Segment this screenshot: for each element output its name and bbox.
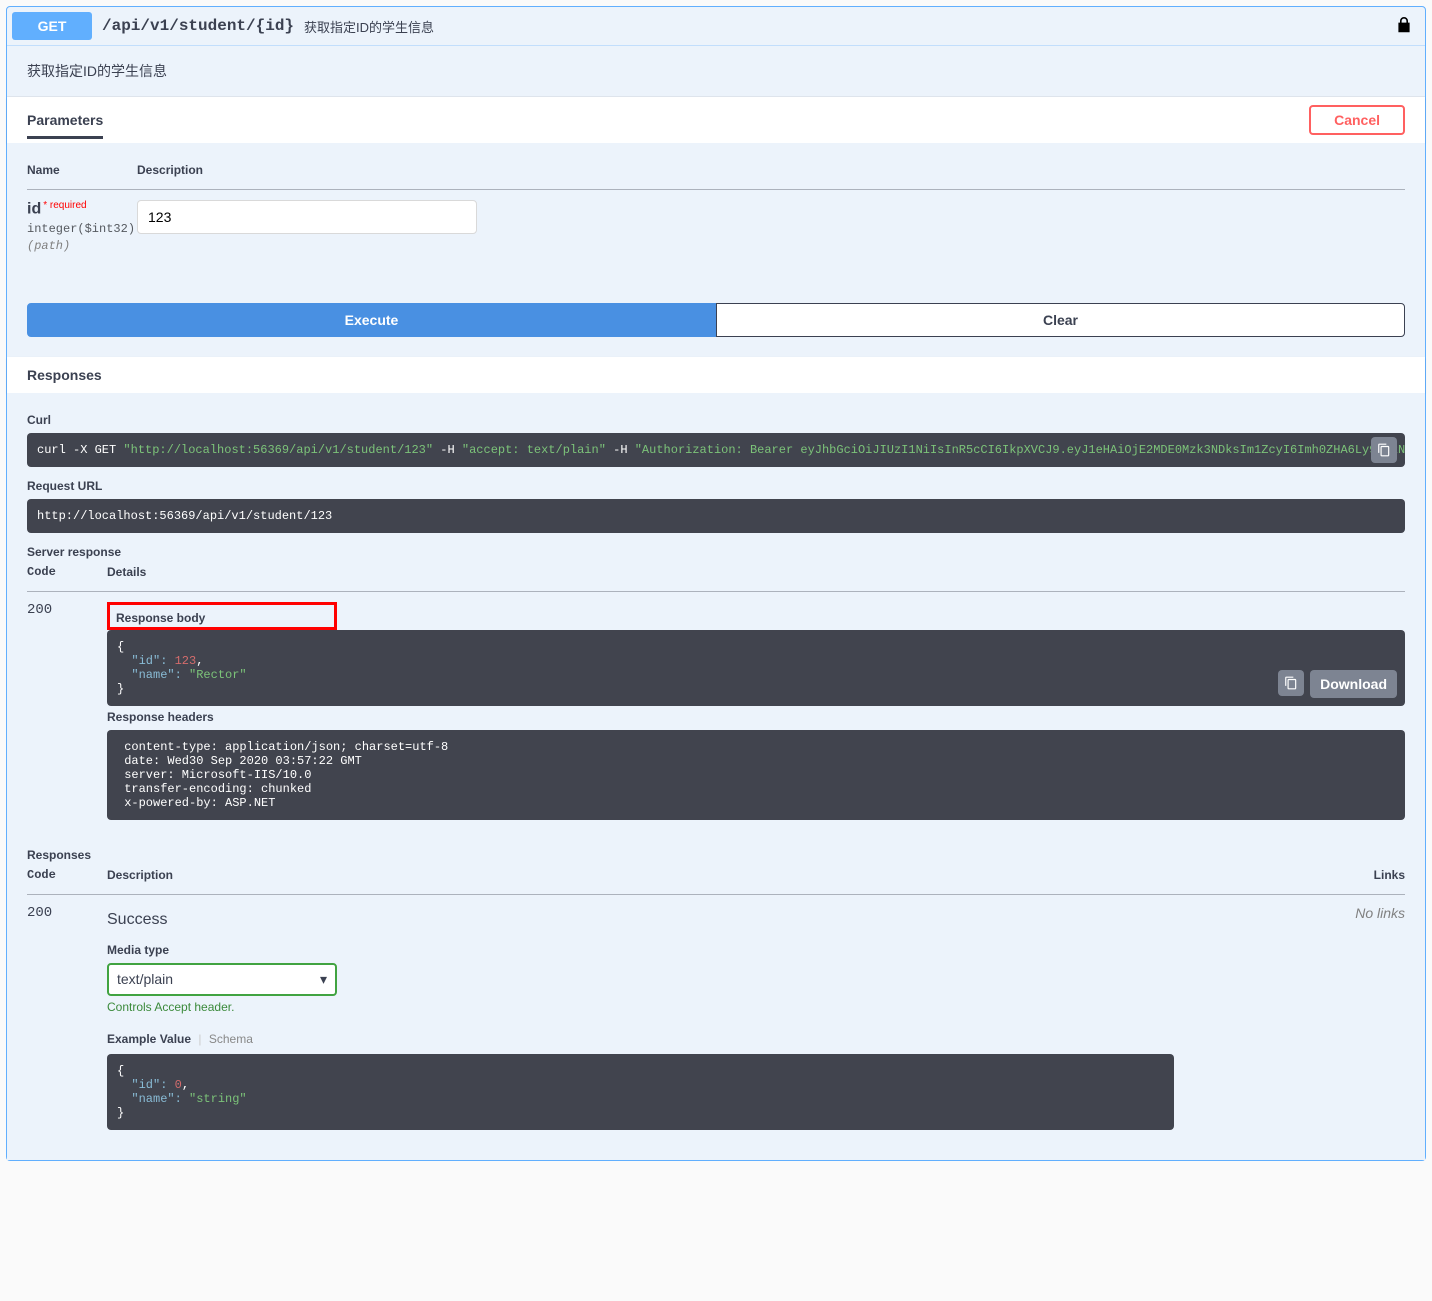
example-tabs: Example Value | Schema — [107, 1032, 1174, 1046]
opblock-get: GET /api/v1/student/{id} 获取指定ID的学生信息 获取指… — [6, 6, 1426, 1161]
param-type: integer($int32) — [27, 222, 135, 236]
param-input-id[interactable] — [137, 200, 477, 234]
responses-spec-table: Code Description Links 200 Success Media… — [27, 868, 1405, 1140]
curl-label: Curl — [27, 413, 1405, 427]
parameters-container: Name Description id* required integer($i… — [7, 143, 1425, 283]
endpoint-summary: 获取指定ID的学生信息 — [304, 17, 434, 36]
param-name: id — [27, 201, 41, 218]
th-links-spec: Links — [1174, 868, 1405, 895]
response-headers-label: Response headers — [107, 710, 1405, 724]
lock-icon[interactable] — [1396, 16, 1412, 37]
media-type-select[interactable]: text/plain ▾ — [107, 963, 337, 996]
live-response-container: Curl curl -X GET "http://localhost:56369… — [7, 393, 1425, 1160]
response-body-highlight: Response body — [107, 602, 337, 630]
parameters-tab[interactable]: Parameters — [27, 112, 103, 139]
request-url-block: http://localhost:56369/api/v1/student/12… — [27, 499, 1405, 533]
copy-curl-button[interactable] — [1371, 437, 1397, 463]
parameters-header: Parameters Cancel — [7, 97, 1425, 143]
server-response-table: Code Details 200 Response body { "id": 1… — [27, 565, 1405, 842]
cancel-button[interactable]: Cancel — [1309, 105, 1405, 135]
response-body-label: Response body — [110, 605, 334, 627]
download-button[interactable]: Download — [1310, 670, 1397, 698]
curl-block: curl -X GET "http://localhost:56369/api/… — [27, 433, 1405, 467]
opblock-summary[interactable]: GET /api/v1/student/{id} 获取指定ID的学生信息 — [7, 7, 1425, 46]
responses-title: Responses — [27, 367, 1405, 383]
example-block: { "id": 0, "name": "string" } — [107, 1054, 1174, 1130]
method-badge: GET — [12, 12, 92, 40]
required-star: * required — [41, 200, 86, 211]
copy-response-button[interactable] — [1278, 670, 1304, 696]
execute-button[interactable]: Execute — [27, 303, 716, 337]
media-type-label: Media type — [107, 943, 1174, 957]
response-row-200: 200 Response body { "id": 123, "name": "… — [27, 591, 1405, 842]
tab-schema[interactable]: Schema — [209, 1032, 253, 1046]
no-links: No links — [1174, 894, 1405, 1140]
chevron-down-icon: ▾ — [320, 971, 327, 988]
parameter-row: id* required integer($int32) (path) — [27, 190, 1405, 263]
execute-wrapper: Execute Clear — [7, 283, 1425, 357]
spec-row-200: 200 Success Media type text/plain ▾ Cont… — [27, 894, 1405, 1140]
param-in: (path) — [27, 239, 70, 253]
tab-example-value[interactable]: Example Value — [107, 1032, 191, 1046]
response-body-block: { "id": 123, "name": "Rector" }Download — [107, 630, 1405, 706]
spec-code: 200 — [27, 894, 107, 1140]
th-details: Details — [107, 565, 1405, 592]
media-type-value: text/plain — [117, 971, 173, 987]
server-response-label: Server response — [27, 545, 1405, 559]
opblock-description: 获取指定ID的学生信息 — [7, 46, 1425, 97]
endpoint-path: /api/v1/student/{id} — [92, 17, 304, 35]
th-code: Code — [27, 565, 107, 592]
clear-button[interactable]: Clear — [716, 303, 1405, 337]
responses-spec-title: Responses — [27, 848, 1405, 862]
th-description: Description — [137, 163, 1405, 190]
response-headers-block: content-type: application/json; charset=… — [107, 730, 1405, 820]
parameters-table: Name Description id* required integer($i… — [27, 163, 1405, 263]
th-description-spec: Description — [107, 868, 1174, 895]
th-code-spec: Code — [27, 868, 107, 895]
th-name: Name — [27, 163, 137, 190]
response-code: 200 — [27, 591, 107, 842]
responses-header-live: Responses — [7, 357, 1425, 393]
accept-hint: Controls Accept header. — [107, 1000, 1174, 1014]
success-text: Success — [107, 911, 1174, 929]
request-url-label: Request URL — [27, 479, 1405, 493]
